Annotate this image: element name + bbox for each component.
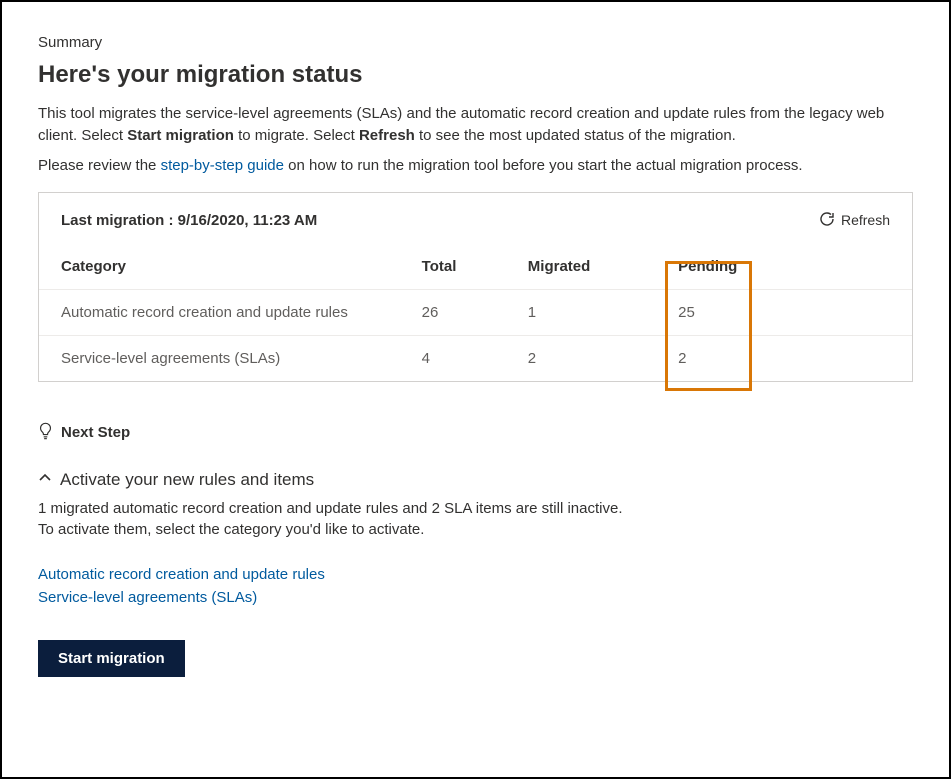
cell-total: 4 (406, 335, 512, 381)
cell-category: Automatic record creation and update rul… (39, 289, 406, 335)
col-migrated: Migrated (512, 240, 662, 290)
col-total: Total (406, 240, 512, 290)
intro-part2: to migrate. Select (234, 127, 359, 144)
cell-migrated: 1 (512, 289, 662, 335)
next-step-header: Next Step (38, 422, 913, 444)
activate-body-line2: To activate them, select the category yo… (38, 519, 913, 541)
status-table: Category Total Migrated Pending Automati… (39, 240, 912, 381)
refresh-label: Refresh (841, 212, 890, 228)
intro-bold-start-migration: Start migration (127, 127, 234, 144)
summary-label: Summary (38, 34, 913, 51)
guide-part1: Please review the (38, 157, 161, 174)
refresh-icon (819, 211, 835, 230)
lightbulb-icon (38, 422, 53, 444)
cell-pending: 25 (662, 289, 807, 335)
intro-text: This tool migrates the service-level agr… (38, 103, 913, 147)
activate-body-line1: 1 migrated automatic record creation and… (38, 498, 913, 520)
activate-links: Automatic record creation and update rul… (38, 563, 913, 610)
last-migration-label: Last migration : 9/16/2020, 11:23 AM (61, 212, 317, 229)
cell-migrated: 2 (512, 335, 662, 381)
cell-total: 26 (406, 289, 512, 335)
activate-section-toggle[interactable]: Activate your new rules and items (38, 470, 913, 490)
page-title: Here's your migration status (38, 61, 913, 89)
intro-part3: to see the most updated status of the mi… (415, 127, 736, 144)
intro-bold-refresh: Refresh (359, 127, 415, 144)
table-row: Automatic record creation and update rul… (39, 289, 912, 335)
guide-part2: on how to run the migration tool before … (284, 157, 803, 174)
migration-status-panel: Last migration : 9/16/2020, 11:23 AM Ref… (38, 192, 913, 382)
cell-category: Service-level agreements (SLAs) (39, 335, 406, 381)
refresh-button[interactable]: Refresh (819, 211, 890, 230)
start-migration-button[interactable]: Start migration (38, 640, 185, 677)
activate-link-slas[interactable]: Service-level agreements (SLAs) (38, 586, 913, 609)
next-step-label: Next Step (61, 424, 130, 441)
activate-body: 1 migrated automatic record creation and… (38, 498, 913, 542)
activate-link-arc-rules[interactable]: Automatic record creation and update rul… (38, 563, 913, 586)
col-category: Category (39, 240, 406, 290)
table-row: Service-level agreements (SLAs) 4 2 2 (39, 335, 912, 381)
activate-header-label: Activate your new rules and items (60, 470, 314, 490)
guide-text: Please review the step-by-step guide on … (38, 157, 913, 174)
chevron-up-icon (38, 470, 52, 490)
col-pending: Pending (662, 240, 807, 290)
step-by-step-guide-link[interactable]: step-by-step guide (161, 157, 284, 174)
cell-pending: 2 (662, 335, 807, 381)
